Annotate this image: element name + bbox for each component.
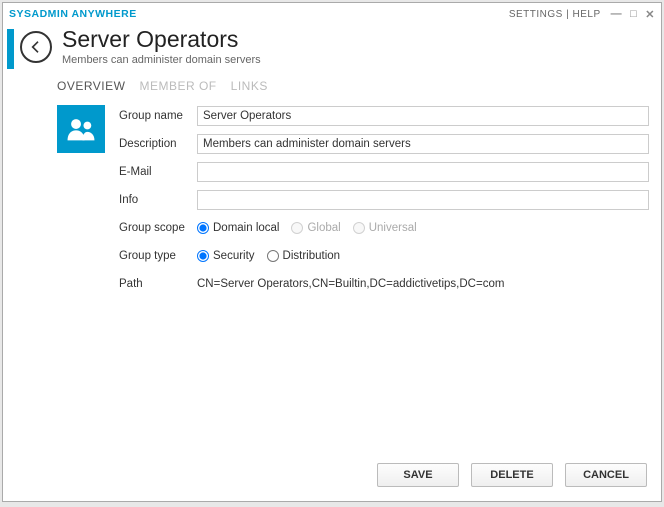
email-input[interactable] (197, 162, 649, 182)
page-subtitle: Members can administer domain servers (62, 54, 261, 66)
group-type-radios: Security Distribution (197, 250, 340, 262)
radio-domain-local[interactable]: Domain local (197, 222, 279, 234)
cancel-button[interactable]: CANCEL (565, 463, 647, 487)
back-arrow-icon (28, 39, 44, 55)
form: Group name Description E-Mail Info Group… (119, 105, 649, 463)
radio-universal[interactable]: Universal (353, 222, 417, 234)
info-input[interactable] (197, 190, 649, 210)
tabs: OVERVIEW MEMBER OF LINKS (3, 75, 661, 103)
app-window: SYSADMIN ANYWHERE SETTINGS | HELP — □ ✕ … (2, 2, 662, 502)
back-button[interactable] (20, 31, 52, 63)
window-controls: — □ ✕ (611, 8, 655, 21)
tab-overview[interactable]: OVERVIEW (57, 79, 125, 93)
titlebar: SYSADMIN ANYWHERE SETTINGS | HELP — □ ✕ (3, 3, 661, 25)
label-group-scope: Group scope (119, 222, 197, 234)
radio-global[interactable]: Global (291, 222, 340, 234)
app-name: SYSADMIN ANYWHERE (9, 8, 137, 20)
save-button[interactable]: SAVE (377, 463, 459, 487)
page-title: Server Operators (62, 27, 261, 52)
close-icon[interactable]: ✕ (645, 8, 655, 21)
titlebar-links[interactable]: SETTINGS | HELP (509, 9, 601, 20)
label-description: Description (119, 138, 197, 150)
minimize-icon[interactable]: — (611, 8, 623, 21)
group-scope-radios: Domain local Global Universal (197, 222, 417, 234)
header: Server Operators Members can administer … (3, 25, 661, 75)
radio-distribution[interactable]: Distribution (267, 250, 341, 262)
footer-buttons: SAVE DELETE CANCEL (3, 463, 661, 501)
content-area: Group name Description E-Mail Info Group… (3, 103, 661, 463)
label-info: Info (119, 194, 197, 206)
header-text: Server Operators Members can administer … (62, 27, 261, 66)
tab-member-of[interactable]: MEMBER OF (139, 79, 216, 93)
group-avatar (57, 105, 105, 153)
description-input[interactable] (197, 134, 649, 154)
group-icon (64, 112, 98, 146)
tab-links[interactable]: LINKS (231, 79, 268, 93)
path-value: CN=Server Operators,CN=Builtin,DC=addict… (197, 278, 649, 290)
delete-button[interactable]: DELETE (471, 463, 553, 487)
radio-security[interactable]: Security (197, 250, 255, 262)
label-path: Path (119, 278, 197, 290)
accent-bar (7, 29, 14, 69)
label-email: E-Mail (119, 166, 197, 178)
label-group-name: Group name (119, 110, 197, 122)
label-group-type: Group type (119, 250, 197, 262)
maximize-icon[interactable]: □ (630, 8, 637, 21)
group-name-input[interactable] (197, 106, 649, 126)
